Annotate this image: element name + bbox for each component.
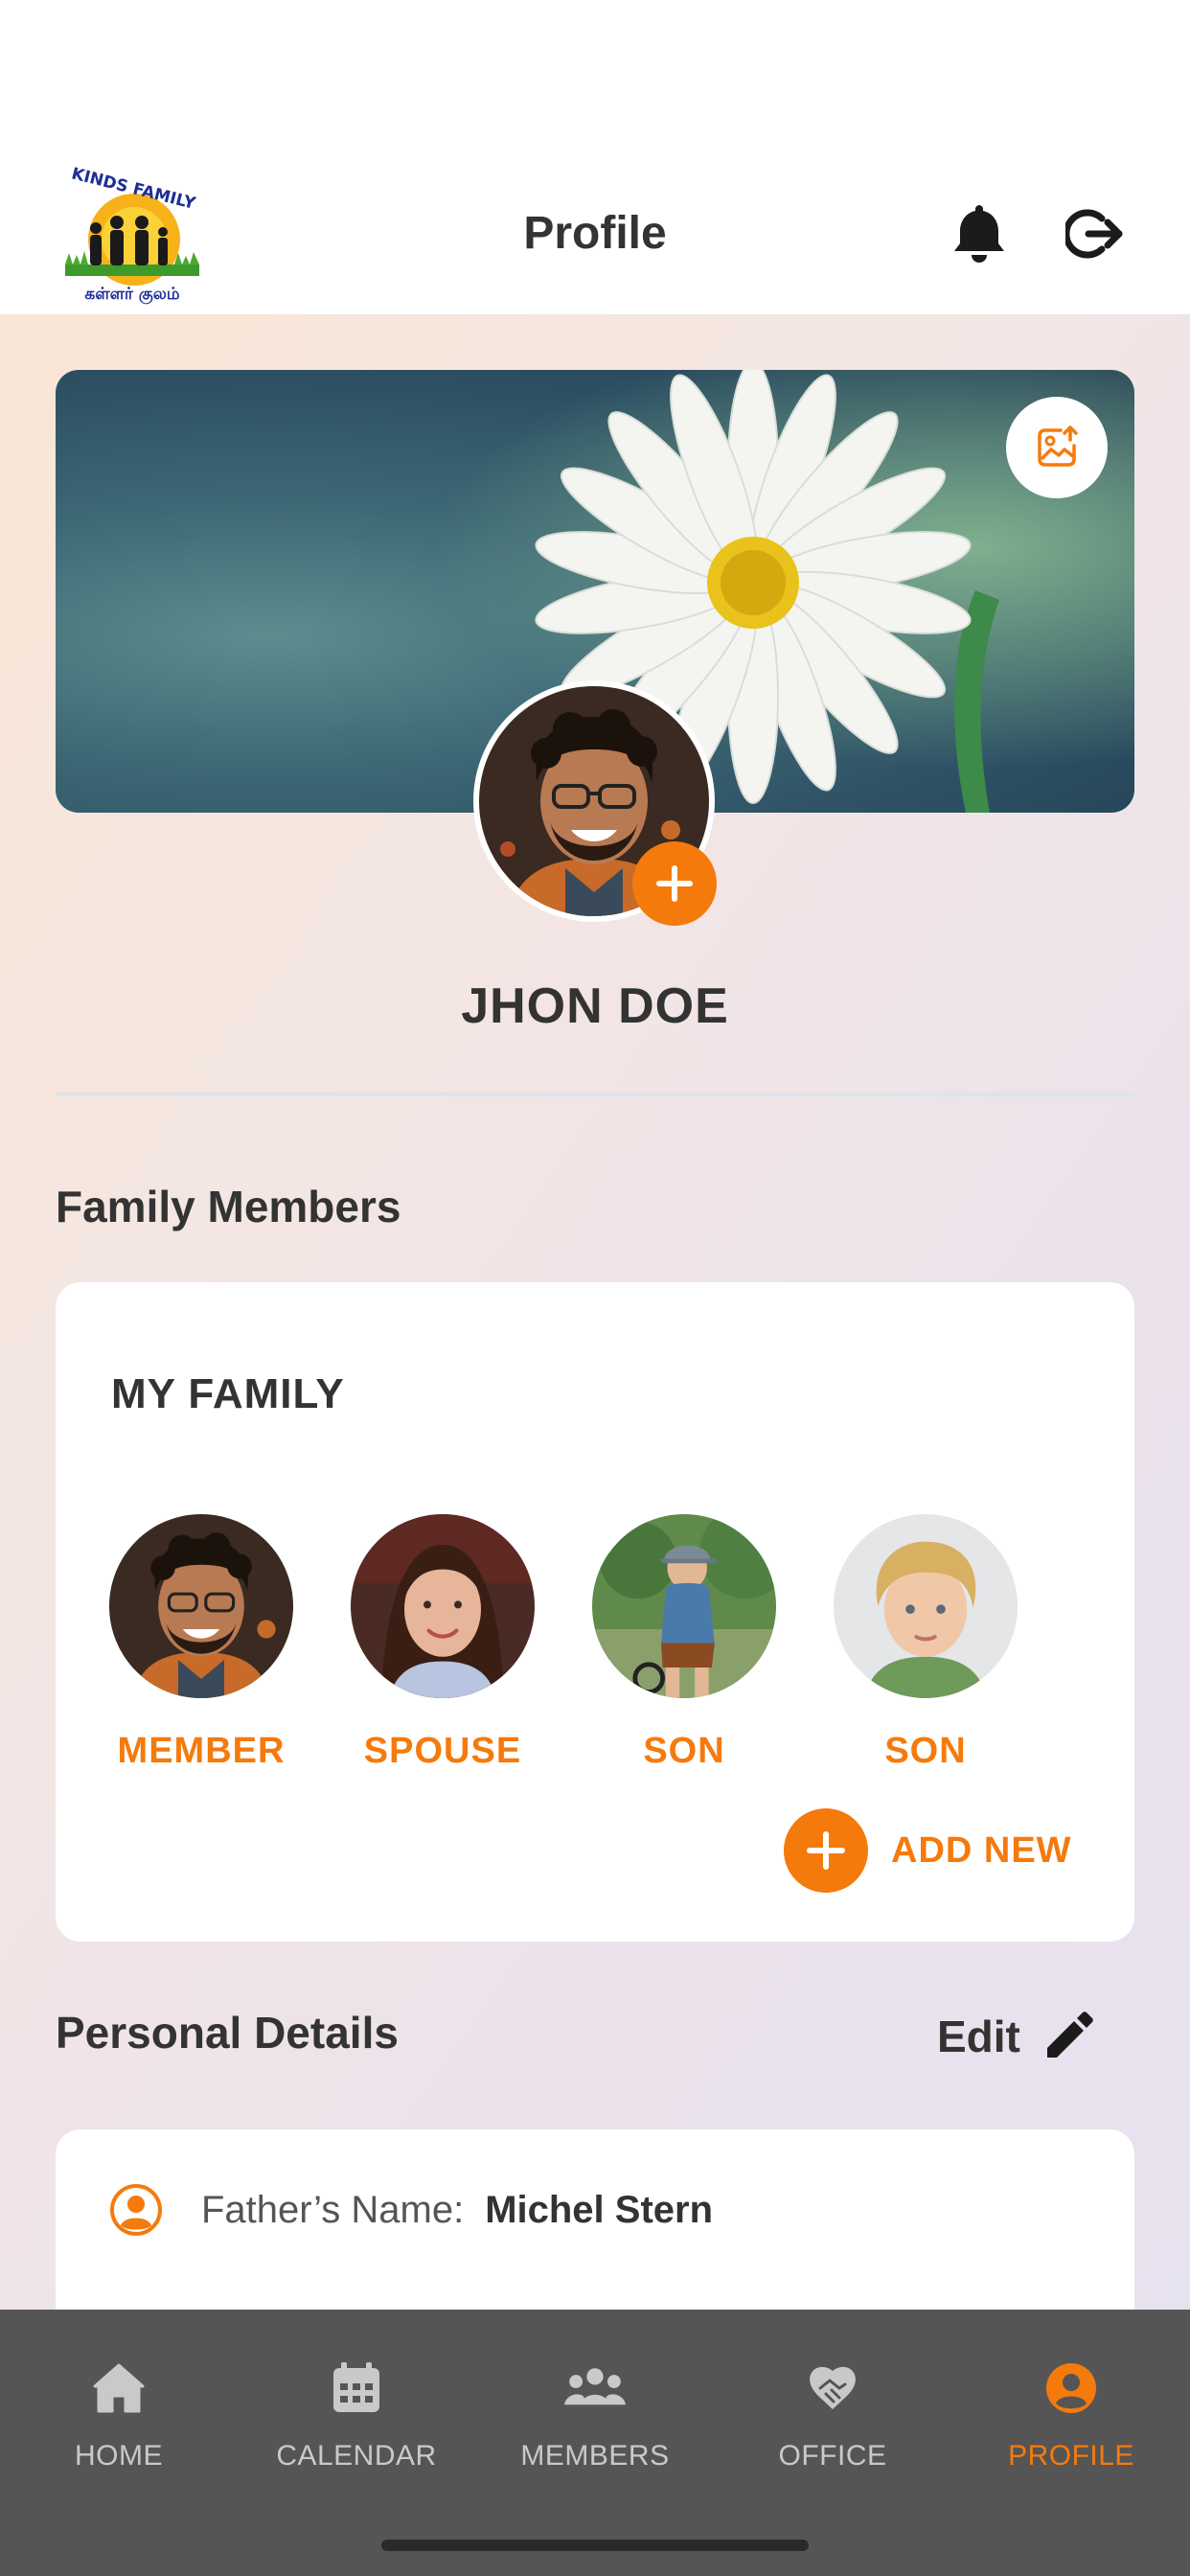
family-member-avatar[interactable] (592, 1514, 776, 1698)
edit-details-button[interactable]: Edit (937, 2005, 1095, 2068)
logout-button[interactable] (1063, 205, 1125, 263)
bell-icon (954, 205, 1004, 263)
nav-home[interactable]: HOME (0, 2358, 238, 2501)
home-icon (88, 2358, 149, 2419)
user-circle-icon (110, 2184, 162, 2236)
change-cover-button[interactable] (1006, 397, 1108, 498)
change-avatar-button[interactable] (632, 841, 717, 926)
plus-icon (807, 1831, 845, 1870)
family-members-heading: Family Members (56, 1182, 401, 1231)
image-upload-icon (1038, 426, 1078, 467)
detail-value: Michel Stern (485, 2188, 714, 2231)
personal-details-heading: Personal Details (56, 2008, 399, 2058)
app-screen: KINDS FAMILY கள்ளர் குலம் Profile JHON D… (0, 0, 1190, 2576)
family-member-avatar[interactable] (109, 1514, 293, 1698)
nav-label: PROFILE (1008, 2440, 1134, 2472)
son-photo (592, 1514, 776, 1698)
handshake-icon (802, 2358, 863, 2419)
add-circle-icon (784, 1808, 868, 1893)
divider (56, 1092, 1134, 1096)
pencil-icon (1046, 2012, 1093, 2058)
spouse-photo (351, 1514, 535, 1698)
plus-icon (656, 865, 693, 902)
add-new-member-button[interactable]: ADD NEW (784, 1807, 1072, 1894)
header-bar: KINDS FAMILY கள்ளர் குலம் Profile (0, 0, 1190, 314)
bottom-navigation: HOME CALENDAR MEMBERS OFFICE PROFILE (0, 2310, 1190, 2576)
calendar-icon (326, 2358, 387, 2419)
detail-key: Father’s Name: (201, 2188, 465, 2231)
family-member-avatar[interactable] (834, 1514, 1018, 1698)
nav-label: HOME (75, 2440, 163, 2472)
family-member-avatar[interactable] (351, 1514, 535, 1698)
nav-calendar[interactable]: CALENDAR (238, 2358, 475, 2501)
page-title: Profile (523, 208, 667, 259)
logout-icon (1063, 209, 1123, 259)
notification-button[interactable] (949, 201, 1010, 264)
nav-profile[interactable]: PROFILE (952, 2358, 1190, 2501)
profile-icon (1041, 2358, 1102, 2419)
family-member-label: MEMBER (117, 1731, 286, 1771)
nav-label: CALENDAR (276, 2440, 437, 2472)
member-photo (109, 1514, 293, 1698)
logo-bottom-text: கள்ளர் குலம் (84, 285, 179, 304)
son-photo (834, 1514, 1018, 1698)
edit-label: Edit (937, 2012, 1020, 2061)
profile-name: JHON DOE (461, 978, 729, 1034)
members-icon (564, 2358, 626, 2419)
nav-members[interactable]: MEMBERS (476, 2358, 714, 2501)
family-member-label: SON (884, 1731, 967, 1771)
detail-row-father-name: Father’s Name: Michel Stern (109, 2183, 713, 2237)
my-family-card: MY FAMILY MEMBER SPOUSE SON SON ADD NEW (56, 1282, 1134, 1942)
add-new-label: ADD NEW (891, 1829, 1072, 1871)
nav-label: MEMBERS (520, 2440, 670, 2472)
family-member-label: SPOUSE (363, 1731, 522, 1771)
nav-office[interactable]: OFFICE (714, 2358, 951, 2501)
my-family-title: MY FAMILY (111, 1370, 345, 1417)
nav-label: OFFICE (778, 2440, 887, 2472)
home-indicator (381, 2540, 809, 2551)
family-member-label: SON (643, 1731, 725, 1771)
